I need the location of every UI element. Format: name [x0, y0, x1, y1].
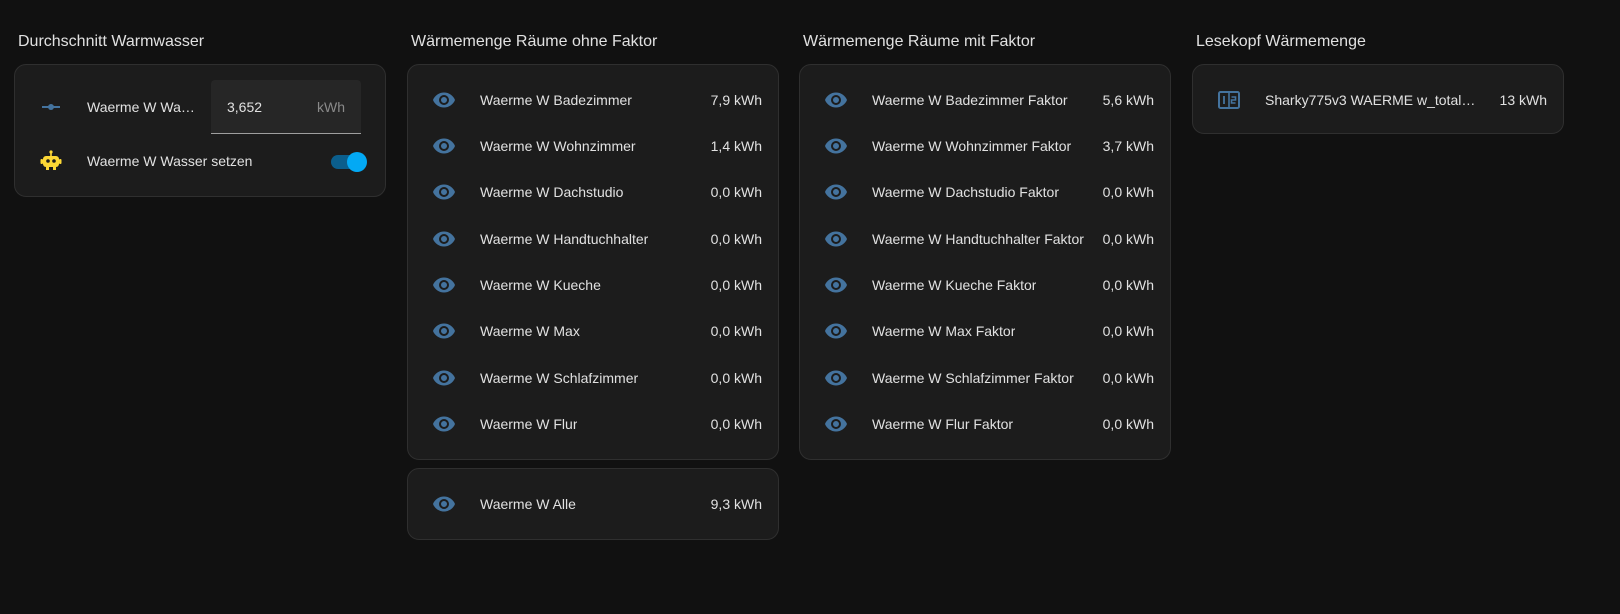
entity-state: 0,0 kWh [710, 184, 762, 200]
entity-state: 0,0 kWh [1102, 231, 1154, 247]
eye-icon [432, 88, 456, 112]
entity-row[interactable]: Waerme W Wohnzimmer Faktor 3,7 kWh [800, 126, 1170, 166]
entity-row[interactable]: Waerme W Badezimmer 7,9 kWh [408, 80, 778, 120]
robot-icon [39, 149, 63, 173]
eye-icon [432, 180, 456, 204]
entity-name[interactable]: Waerme W Flur Faktor [872, 416, 1013, 432]
entity-state: 0,0 kWh [710, 277, 762, 293]
eye-icon [824, 319, 848, 343]
eye-icon [824, 134, 848, 158]
entity-row[interactable]: Waerme W Wohnzimmer 1,4 kWh [408, 126, 778, 166]
number-input[interactable]: 3,652 kWh [211, 80, 361, 134]
eye-icon [432, 412, 456, 436]
entity-state: 0,0 kWh [1102, 323, 1154, 339]
entities-card-total: Waerme W Alle 9,3 kWh [407, 468, 779, 540]
entity-state: 0,0 kWh [710, 231, 762, 247]
entity-row[interactable]: Waerme W Schlafzimmer Faktor 0,0 kWh [800, 358, 1170, 398]
entity-name[interactable]: Waerme W Dachstudio Faktor [872, 184, 1059, 200]
toggle-knob [347, 152, 367, 172]
toggle-switch[interactable] [329, 152, 367, 172]
entity-state: 13 kWh [1499, 92, 1547, 108]
entity-row[interactable]: Waerme W Max 0,0 kWh [408, 311, 778, 351]
entity-row[interactable]: Sharky775v3 WAERME w_total status 13 kWh [1193, 80, 1563, 120]
entity-name[interactable]: Waerme W Max Faktor [872, 323, 1015, 339]
entity-name[interactable]: Waerme W Wohnzimmer [480, 138, 636, 154]
entity-name[interactable]: Waerme W Wohnzimmer Faktor [872, 138, 1071, 154]
entity-row[interactable]: Waerme W Handtuchhalter Faktor 0,0 kWh [800, 219, 1170, 259]
entity-state: 7,9 kWh [710, 92, 762, 108]
entity-row[interactable]: Waerme W Alle 9,3 kWh [408, 484, 778, 524]
entity-row[interactable]: Waerme W Max Faktor 0,0 kWh [800, 311, 1170, 351]
entity-name[interactable]: Waerme W Dachstudio [480, 184, 623, 200]
entity-state: 9,3 kWh [710, 496, 762, 512]
entity-name[interactable]: Waerme W Alle [480, 496, 576, 512]
entity-state: 5,6 kWh [1102, 92, 1154, 108]
entity-state: 0,0 kWh [710, 370, 762, 386]
slider-icon [39, 95, 63, 119]
entity-name[interactable]: Waerme W Handtuchhalter Faktor [872, 231, 1084, 247]
entity-name[interactable]: Waerme W Schlafzimmer [480, 370, 638, 386]
card-title: Lesekopf Wärmemenge [1196, 33, 1366, 50]
eye-icon [432, 134, 456, 158]
entity-row[interactable]: Waerme W Kueche Faktor 0,0 kWh [800, 265, 1170, 305]
entity-state: 0,0 kWh [710, 416, 762, 432]
card-title: Wärmemenge Räume ohne Faktor [411, 33, 658, 50]
entity-name[interactable]: Waerme W Kueche Faktor [872, 277, 1036, 293]
eye-icon [432, 319, 456, 343]
entity-state: 0,0 kWh [1102, 277, 1154, 293]
entities-card: Sharky775v3 WAERME w_total status 13 kWh [1192, 64, 1564, 134]
eye-icon [432, 273, 456, 297]
entity-name[interactable]: Waerme W Max [480, 323, 580, 339]
entities-card: Waerme W Wasser 3,652 kWh Waerm [14, 64, 386, 197]
eye-icon [432, 227, 456, 251]
eye-icon [824, 273, 848, 297]
entity-row[interactable]: Waerme W Schlafzimmer 0,0 kWh [408, 358, 778, 398]
entity-state: 0,0 kWh [1102, 416, 1154, 432]
entity-state: 0,0 kWh [1102, 184, 1154, 200]
number-unit: kWh [317, 99, 345, 115]
eye-icon [824, 227, 848, 251]
entity-row[interactable]: Waerme W Dachstudio 0,0 kWh [408, 172, 778, 212]
counter-icon [1217, 88, 1241, 112]
eye-icon [432, 492, 456, 516]
entity-row[interactable]: Waerme W Dachstudio Faktor 0,0 kWh [800, 172, 1170, 212]
eye-icon [824, 180, 848, 204]
card-title: Wärmemenge Räume mit Faktor [803, 33, 1036, 50]
entity-name[interactable]: Waerme W Flur [480, 416, 577, 432]
entity-state: 0,0 kWh [1102, 370, 1154, 386]
number-value[interactable]: 3,652 [227, 99, 262, 115]
entity-name[interactable]: Waerme W Kueche [480, 277, 601, 293]
entity-name[interactable]: Waerme W Wasser [87, 99, 195, 115]
entity-row[interactable]: Waerme W Badezimmer Faktor 5,6 kWh [800, 80, 1170, 120]
entity-name[interactable]: Waerme W Wasser setzen [87, 153, 252, 169]
entity-name[interactable]: Waerme W Badezimmer [480, 92, 632, 108]
entity-name[interactable]: Sharky775v3 WAERME w_total status [1265, 92, 1477, 108]
entity-row[interactable]: Waerme W Handtuchhalter 0,0 kWh [408, 219, 778, 259]
entity-name[interactable]: Waerme W Schlafzimmer Faktor [872, 370, 1074, 386]
entity-state: 0,0 kWh [710, 323, 762, 339]
eye-icon [824, 412, 848, 436]
entity-name[interactable]: Waerme W Handtuchhalter [480, 231, 648, 247]
entity-row[interactable]: Waerme W Flur Faktor 0,0 kWh [800, 404, 1170, 444]
card-title: Durchschnitt Warmwasser [18, 33, 205, 50]
entity-state: 3,7 kWh [1102, 138, 1154, 154]
eye-icon [824, 88, 848, 112]
entity-name[interactable]: Waerme W Badezimmer Faktor [872, 92, 1068, 108]
entity-row-toggle[interactable]: Waerme W Wasser setzen [15, 141, 385, 181]
entities-card: Waerme W Badezimmer Faktor 5,6 kWh Waerm… [799, 64, 1171, 460]
eye-icon [432, 366, 456, 390]
entities-card: Waerme W Badezimmer 7,9 kWh Waerme W Woh… [407, 64, 779, 460]
eye-icon [824, 366, 848, 390]
entity-row[interactable]: Waerme W Flur 0,0 kWh [408, 404, 778, 444]
entity-state: 1,4 kWh [710, 138, 762, 154]
entity-row[interactable]: Waerme W Kueche 0,0 kWh [408, 265, 778, 305]
